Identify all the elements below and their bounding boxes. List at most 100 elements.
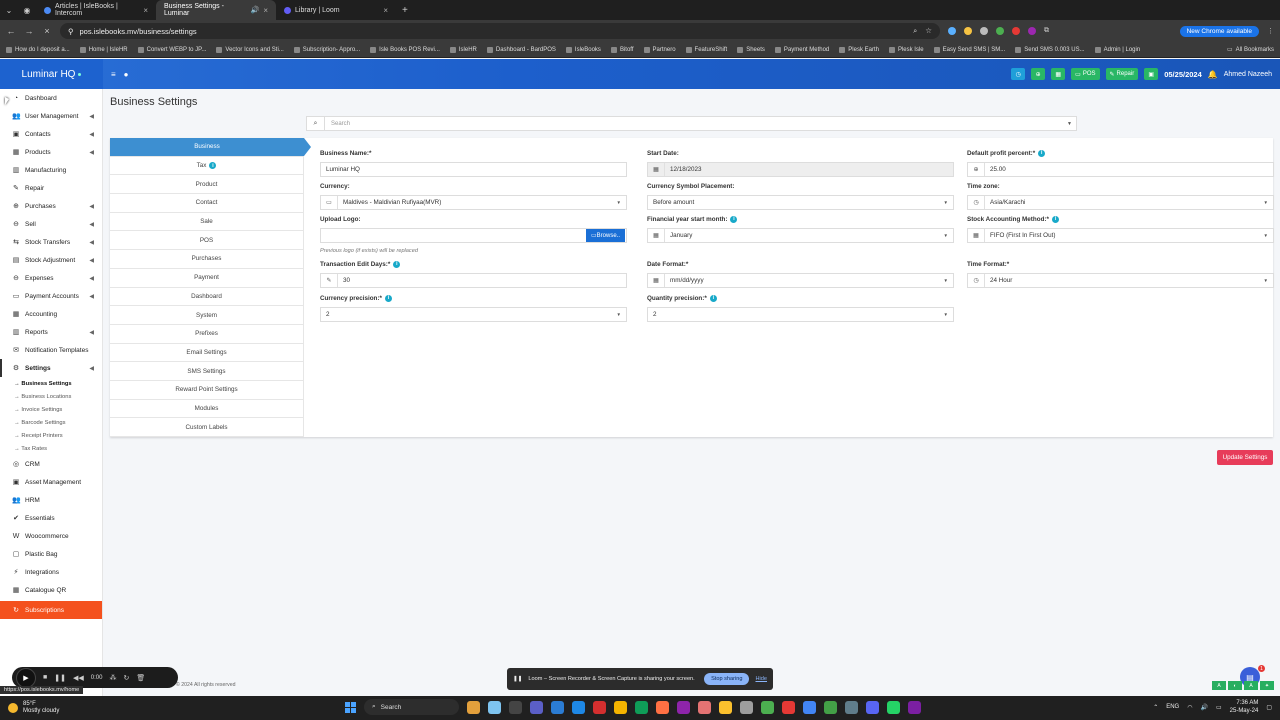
bookmark-item[interactable]: Dashboard - BardPOS [486, 46, 556, 53]
volume-icon[interactable]: 🔊 [1200, 704, 1207, 711]
sidebar-item-products[interactable]: ▦ Products ◀ [0, 143, 102, 161]
taskbar-app-icon[interactable] [488, 700, 501, 714]
start-date-input[interactable]: ▦ 12/18/2023 [647, 162, 954, 177]
settings-subitem[interactable]: → Barcode Settings [0, 416, 102, 429]
browse-button[interactable]: ▭ Browse.. [585, 229, 625, 242]
chrome-menu-icon[interactable]: ⋮ [1267, 27, 1274, 35]
extension-icon[interactable] [1012, 27, 1020, 35]
sidebar-item-crm[interactable]: ◎ CRM [0, 455, 102, 473]
sidebar-item-subscriptions[interactable]: ↻ Subscriptions [0, 601, 102, 619]
tab-prefixes[interactable]: Prefixes [110, 324, 304, 344]
extension-icon[interactable] [980, 27, 988, 35]
tab-product[interactable]: Product [110, 175, 304, 195]
zoom-icon[interactable]: ⌕ [913, 26, 917, 36]
time-zone-select[interactable]: ◷ Asia/Karachi ▼ [967, 195, 1274, 210]
user-menu[interactable]: Ahmed Nazeeh [1224, 71, 1272, 78]
sidebar-item-user-management[interactable]: 👥 User Management ◀ [0, 107, 102, 125]
audio-icon[interactable]: 🔊 [251, 6, 260, 14]
accessibility-icon[interactable]: ✦ [1260, 681, 1274, 690]
header-timer-icon[interactable]: ◷ [1011, 68, 1026, 80]
sidebar-item-hrm[interactable]: 👥 HRM [0, 491, 102, 509]
sidebar-item-payment-accounts[interactable]: ▭ Payment Accounts ◀ [0, 287, 102, 305]
bookmark-item[interactable]: Admin | Login [1094, 46, 1140, 53]
sidebar-item-woocommerce[interactable]: W Woocommerce [0, 527, 102, 545]
new-tab-button[interactable]: + [396, 5, 414, 16]
sidebar-item-reports[interactable]: ▥ Reports ◀ [0, 323, 102, 341]
currency-precision-select[interactable]: 2 ▼ [320, 307, 627, 322]
taskbar-app-icon[interactable] [845, 700, 858, 714]
upload-logo-input[interactable]: ▭ Browse.. [320, 228, 627, 243]
wifi-icon[interactable]: ◠ [1187, 704, 1192, 711]
tab-modules[interactable]: Modules [110, 399, 304, 419]
taskbar-app-icon[interactable] [656, 700, 669, 714]
info-icon[interactable]: i [393, 260, 401, 268]
bookmark-item[interactable]: Partnero [643, 46, 676, 53]
taskbar-app-icon[interactable] [593, 700, 606, 714]
taskbar-app-icon[interactable] [803, 700, 816, 714]
taskbar-app-icon[interactable] [677, 700, 690, 714]
battery-icon[interactable]: ▭ [1216, 704, 1222, 711]
close-tab-icon[interactable]: × [143, 6, 148, 15]
browser-tab-intercom[interactable]: Articles | IsleBooks | Intercom × [36, 0, 156, 20]
stop-loading-icon[interactable]: × [42, 26, 52, 36]
sidebar-item-purchases[interactable]: ⊕ Purchases ◀ [0, 197, 102, 215]
settings-subitem[interactable]: → Business Settings [0, 377, 102, 390]
taskbar-app-icon[interactable] [824, 700, 837, 714]
rewind-icon[interactable]: ◀◀ [73, 674, 84, 682]
bookmark-item[interactable]: Send SMS 0.003 US... [1015, 46, 1085, 53]
info-icon[interactable]: i [384, 294, 392, 302]
windows-start-icon[interactable] [345, 701, 356, 713]
settings-subitem[interactable]: → Business Locations [0, 390, 102, 403]
contrast-icon[interactable]: ◐ [1228, 681, 1242, 690]
forward-icon[interactable]: → [24, 26, 34, 36]
financial-year-start-select[interactable]: ▦ January ▼ [647, 228, 954, 243]
settings-subitem[interactable]: → Receipt Printers [0, 429, 102, 442]
address-bar[interactable]: ⚲ pos.islebooks.mv/business/settings ⌕ ☆ [60, 23, 940, 39]
camera-icon[interactable]: ▶ [16, 667, 36, 688]
info-icon[interactable]: i [730, 215, 738, 223]
bookmark-item[interactable]: Convert WEBP to JP... [137, 46, 206, 53]
update-settings-button[interactable]: Update Settings [1217, 450, 1273, 465]
search-input[interactable]: Search [325, 121, 1067, 127]
add-quick-icon[interactable]: ⊕ [1031, 68, 1046, 80]
sidebar-item-notification-templates[interactable]: ✉ Notification Templates [0, 341, 102, 359]
extension-icon[interactable] [1028, 27, 1036, 35]
tab-reward-point-settings[interactable]: Reward Point Settings [110, 380, 304, 400]
bookmark-item[interactable]: Plesk Isle [888, 46, 924, 53]
extension-icon[interactable] [948, 27, 956, 35]
tab-pos[interactable]: POS [110, 231, 304, 251]
chevron-up-icon[interactable]: ⌃ [1153, 704, 1158, 711]
bookmark-item[interactable]: Sheets [737, 46, 765, 53]
tab-system[interactable]: System [110, 306, 304, 325]
sidebar-item-settings[interactable]: ⚙ Settings ◀ [0, 359, 102, 377]
tab-sms-settings[interactable]: SMS Settings [110, 362, 304, 381]
bookmark-item[interactable]: IsleHR [449, 46, 477, 53]
bookmark-item[interactable]: Bitoff [610, 46, 634, 53]
info-icon[interactable]: ● [124, 70, 129, 79]
close-tab-icon[interactable]: × [383, 6, 388, 15]
extension-icon[interactable] [964, 27, 972, 35]
cash-register-icon[interactable]: ▣ [1144, 68, 1159, 80]
sidebar-item-stock-transfers[interactable]: ⇆ Stock Transfers ◀ [0, 233, 102, 251]
extension-icon[interactable] [996, 27, 1004, 35]
taskbar-app-icon[interactable] [740, 700, 753, 714]
taskbar-app-icon[interactable] [698, 700, 711, 714]
bookmark-item[interactable]: Home | IsleHR [79, 46, 128, 53]
tab-sale[interactable]: Sale [110, 212, 304, 232]
sidebar-item-integrations[interactable]: ⚡ Integrations [0, 563, 102, 581]
bookmark-item[interactable]: IsleBooks [565, 46, 601, 53]
settings-subitem[interactable]: → Tax Rates [0, 442, 102, 455]
taskbar-app-icon[interactable] [761, 700, 774, 714]
taskbar-app-icon[interactable] [572, 700, 585, 714]
tab-search-icon[interactable]: ⌄ [0, 1, 18, 19]
sidebar-item-dashboard[interactable]: ◔ Dashboard [0, 89, 102, 107]
taskbar-app-icon[interactable] [614, 700, 627, 714]
bookmark-item[interactable]: How do I deposit a... [6, 46, 70, 53]
stop-record-icon[interactable]: ■ [43, 674, 47, 681]
business-name-input[interactable]: Luminar HQ [320, 162, 627, 177]
taskbar-app-icon[interactable] [509, 700, 522, 714]
chrome-profile-icon[interactable]: ◉ [18, 1, 36, 19]
sidebar-item-manufacturing[interactable]: ▥ Manufacturing [0, 161, 102, 179]
taskbar-app-icon[interactable] [719, 700, 732, 714]
bookmark-item[interactable]: Payment Method [774, 46, 829, 53]
